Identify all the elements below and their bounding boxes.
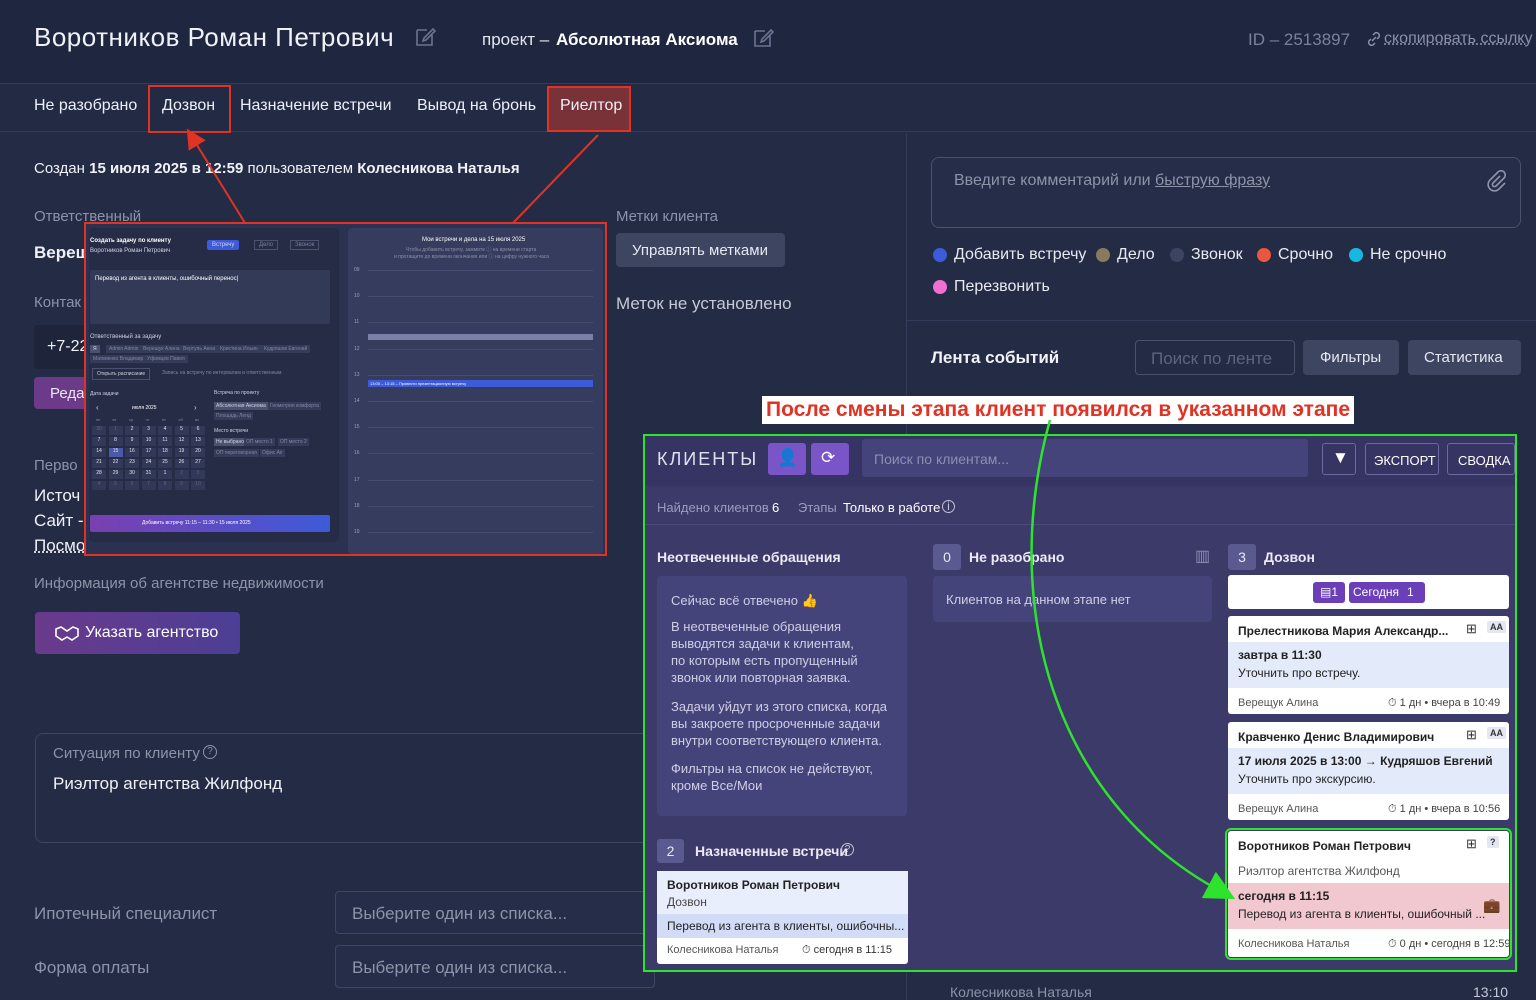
green-arrow xyxy=(1030,419,1236,900)
